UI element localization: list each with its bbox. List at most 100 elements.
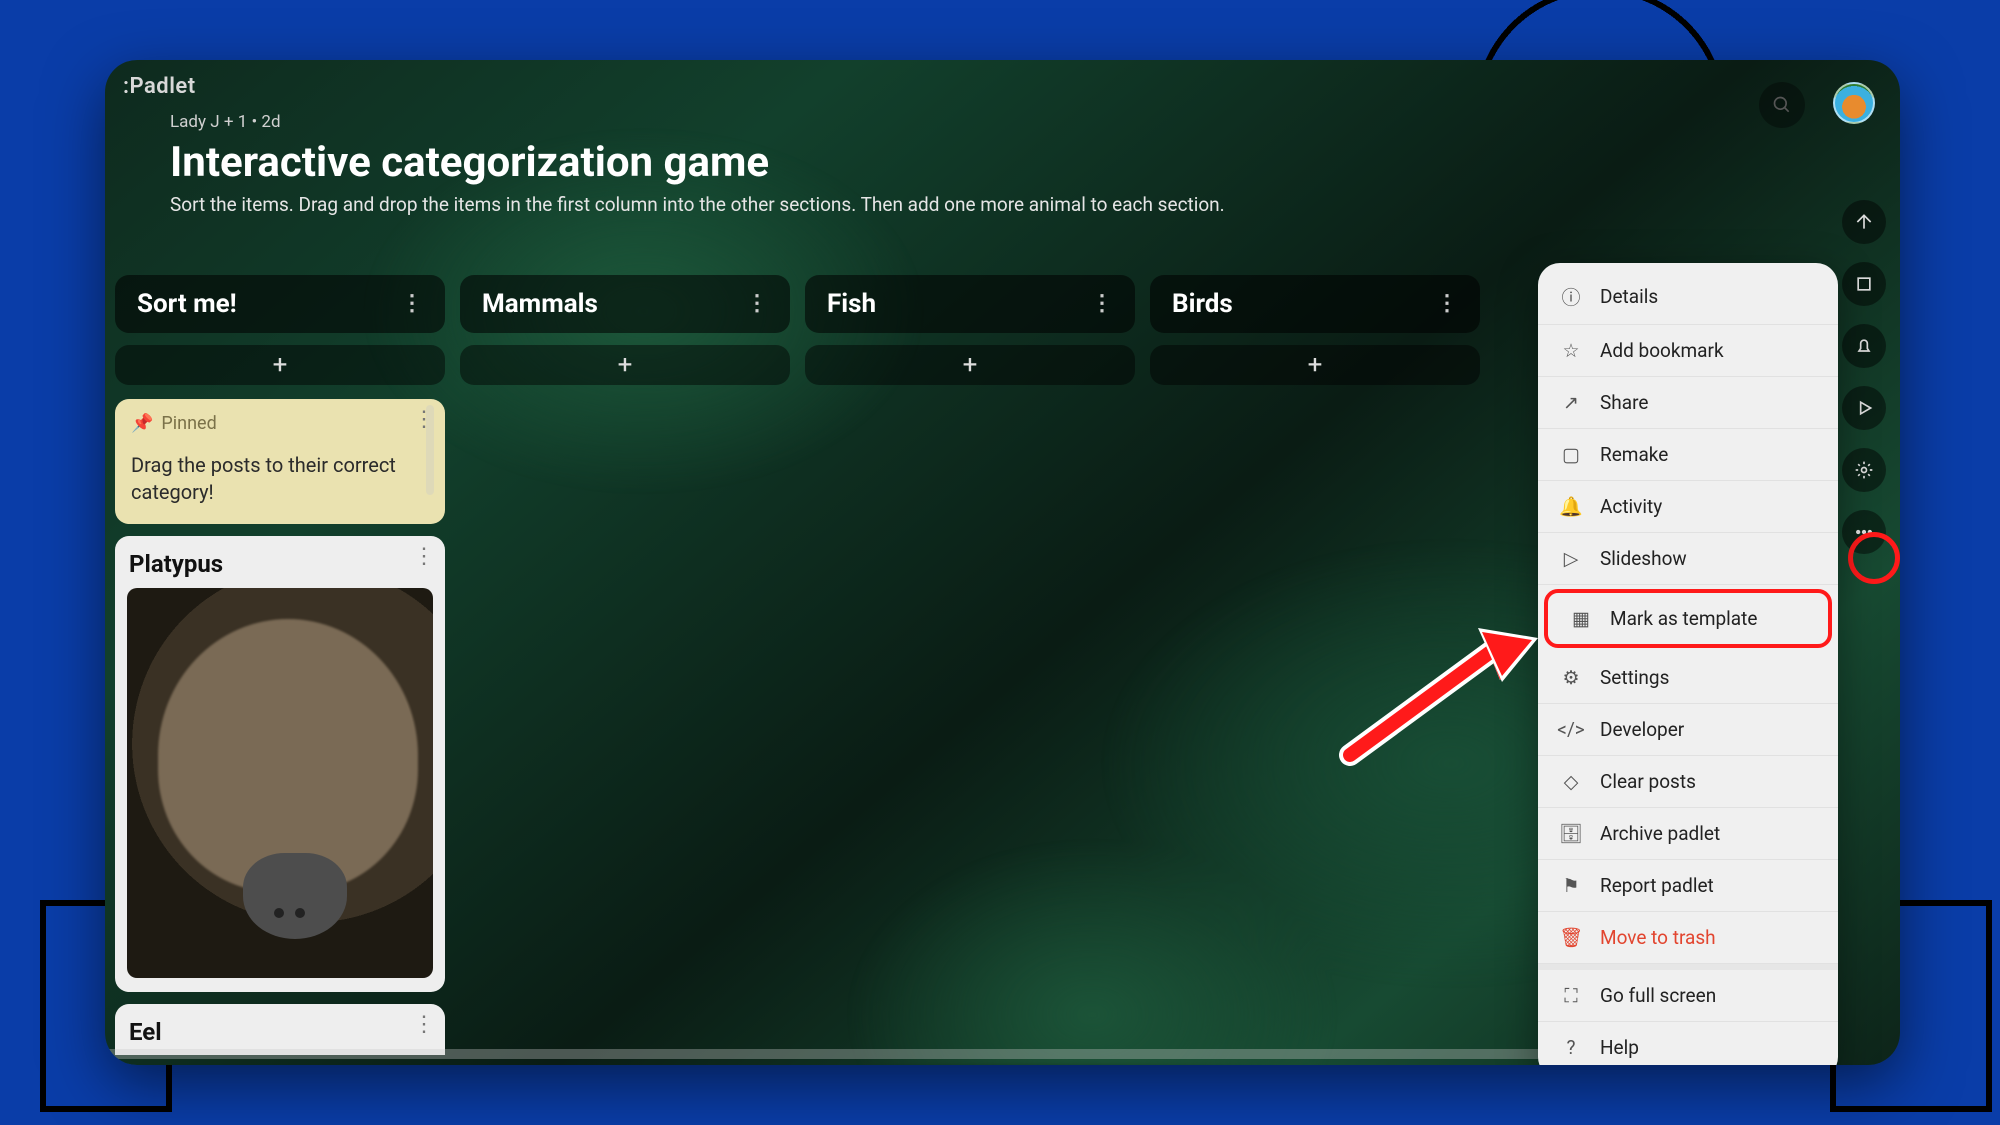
menu-item-clear-posts[interactable]: ◇ Clear posts [1538, 756, 1838, 808]
menu-item-share[interactable]: ↗ Share [1538, 377, 1838, 429]
card-title: Platypus [129, 550, 431, 578]
rail-more-button[interactable] [1842, 510, 1886, 554]
crop-icon: ▢ [1560, 443, 1582, 466]
menu-item-fullscreen[interactable]: ⛶ Go full screen [1538, 964, 1838, 1022]
plus-icon: + [1308, 350, 1323, 380]
menu-item-move-to-trash[interactable]: 🗑 Move to trash [1538, 912, 1838, 964]
menu-label: Developer [1600, 718, 1684, 741]
card-title: Eel [129, 1018, 431, 1046]
padlet-logo[interactable]: :Padlet [123, 74, 196, 99]
search-icon [1772, 95, 1792, 115]
pinned-header: 📌 Pinned [131, 413, 429, 434]
menu-label: Mark as template [1610, 607, 1757, 630]
add-post-button[interactable]: + [805, 345, 1135, 385]
menu-item-mark-as-template[interactable]: ▦ Mark as template [1544, 589, 1832, 648]
menu-item-help[interactable]: ? Help [1538, 1022, 1838, 1065]
menu-label: Remake [1600, 443, 1668, 466]
padlet-app-window: :Padlet Lady J + 1 • 2d Interactive cate… [105, 60, 1900, 1065]
crop-icon [1854, 274, 1874, 294]
column-header[interactable]: Fish ⋮ [805, 275, 1135, 333]
menu-item-developer[interactable]: </> Developer [1538, 704, 1838, 756]
post-card-platypus[interactable]: ⋮ Platypus [115, 536, 445, 992]
more-menu: ⓘ Details ☆ Add bookmark ↗ Share ▢ Remak… [1538, 263, 1838, 1065]
template-icon: ▦ [1570, 607, 1592, 630]
board-header: Lady J + 1 • 2d Interactive categorizati… [170, 112, 1225, 216]
menu-item-settings[interactable]: ⚙ Settings [1538, 652, 1838, 704]
menu-label: Slideshow [1600, 547, 1687, 570]
column-header[interactable]: Birds ⋮ [1150, 275, 1480, 333]
menu-item-activity[interactable]: 🔔 Activity [1538, 481, 1838, 533]
pin-icon: 📌 [131, 413, 153, 434]
pinned-card[interactable]: ⋮ 📌 Pinned Drag the posts to their corre… [115, 399, 445, 524]
menu-label: Clear posts [1600, 770, 1696, 793]
column-fish: Fish ⋮ + [805, 275, 1135, 1055]
pinned-text: Drag the posts to their correct category… [131, 452, 429, 506]
menu-label: Help [1600, 1036, 1639, 1059]
menu-item-report[interactable]: ⚑ Report padlet [1538, 860, 1838, 912]
add-post-button[interactable]: + [1150, 345, 1480, 385]
eraser-icon: ◇ [1560, 770, 1582, 793]
play-icon [1854, 398, 1874, 418]
column-mammals: Mammals ⋮ + [460, 275, 790, 1055]
help-icon: ? [1560, 1036, 1582, 1059]
play-icon: ▷ [1560, 547, 1582, 570]
rail-slideshow-button[interactable] [1842, 386, 1886, 430]
search-button[interactable] [1759, 82, 1805, 128]
column-sort-me: Sort me! ⋮ + ⋮ 📌 Pinned Drag the posts t… [115, 275, 445, 1055]
menu-item-slideshow[interactable]: ▷ Slideshow [1538, 533, 1838, 585]
plus-icon: + [963, 350, 978, 380]
menu-label: Archive padlet [1600, 822, 1720, 845]
column-title: Fish [827, 289, 876, 319]
rail-activity-button[interactable] [1842, 324, 1886, 368]
menu-label: Go full screen [1600, 984, 1716, 1007]
menu-label: Activity [1600, 495, 1662, 518]
rail-remake-button[interactable] [1842, 262, 1886, 306]
plus-icon: + [273, 350, 288, 380]
column-header[interactable]: Mammals ⋮ [460, 275, 790, 333]
card-more-icon[interactable]: ⋮ [413, 1012, 435, 1037]
menu-label: Report padlet [1600, 874, 1714, 897]
column-scrollbar[interactable] [426, 405, 434, 495]
gear-icon: ⚙ [1560, 666, 1582, 689]
info-icon: ⓘ [1560, 283, 1582, 310]
code-icon: </> [1560, 718, 1582, 741]
post-card-eel[interactable]: ⋮ Eel [115, 1004, 445, 1055]
plus-icon: + [618, 350, 633, 380]
expand-icon: ⛶ [1560, 984, 1582, 1007]
menu-label: Settings [1600, 666, 1669, 689]
add-post-button[interactable]: + [115, 345, 445, 385]
column-birds: Birds ⋮ + [1150, 275, 1480, 1055]
menu-item-remake[interactable]: ▢ Remake [1538, 429, 1838, 481]
share-icon [1854, 212, 1874, 232]
page-title: Interactive categorization game [170, 138, 1225, 187]
board-meta: Lady J + 1 • 2d [170, 112, 1225, 132]
star-icon: ☆ [1560, 339, 1582, 362]
menu-label: Add bookmark [1600, 339, 1724, 362]
menu-item-details[interactable]: ⓘ Details [1538, 269, 1838, 325]
column-title: Sort me! [137, 289, 237, 319]
menu-label: Move to trash [1600, 926, 1716, 949]
more-icon [1854, 522, 1874, 542]
add-post-button[interactable]: + [460, 345, 790, 385]
gear-icon [1854, 460, 1874, 480]
menu-label: Share [1600, 391, 1648, 414]
flag-icon: ⚑ [1560, 874, 1582, 897]
column-title: Mammals [482, 289, 598, 319]
card-image-platypus [127, 588, 433, 978]
pinned-label: Pinned [161, 413, 216, 434]
trash-icon: 🗑 [1560, 926, 1582, 949]
archive-icon: 🗄 [1560, 822, 1582, 845]
avatar[interactable] [1833, 82, 1875, 124]
column-header[interactable]: Sort me! ⋮ [115, 275, 445, 333]
menu-item-bookmark[interactable]: ☆ Add bookmark [1538, 325, 1838, 377]
bell-icon [1854, 336, 1874, 356]
rail-settings-button[interactable] [1842, 448, 1886, 492]
board-description: Sort the items. Drag and drop the items … [170, 193, 1225, 216]
action-rail [1842, 200, 1886, 554]
menu-label: Details [1600, 285, 1658, 308]
horizontal-scrollbar[interactable] [105, 1049, 1560, 1059]
menu-item-archive[interactable]: 🗄 Archive padlet [1538, 808, 1838, 860]
rail-share-button[interactable] [1842, 200, 1886, 244]
bell-icon: 🔔 [1560, 495, 1582, 518]
card-more-icon[interactable]: ⋮ [413, 544, 435, 569]
